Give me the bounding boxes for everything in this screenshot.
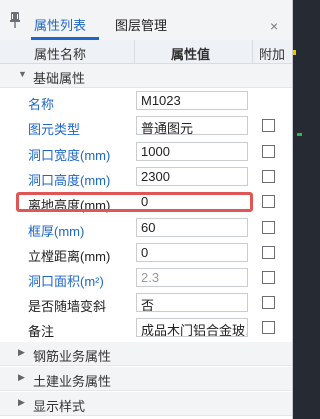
properties-panel: 属性列表 图层管理 × 属性名称 属性值 附加 ▼ 基础属性 名称 M1023 … [0, 0, 293, 419]
expand-arrow-icon[interactable]: ▶ [18, 372, 25, 383]
group-label: 基础属性 [33, 71, 86, 86]
group-display-style[interactable]: ▶ 显示样式 [0, 392, 292, 416]
extra-checkbox[interactable] [262, 119, 275, 132]
property-value-field[interactable]: 成品木门铝合金玻… [136, 318, 248, 337]
column-value-header: 属性值 [171, 47, 211, 62]
tab-property-list[interactable]: 属性列表 [34, 17, 86, 35]
column-divider [252, 40, 253, 63]
property-name: 图元类型 [28, 122, 81, 137]
extra-checkbox[interactable] [262, 145, 275, 158]
column-divider [134, 40, 135, 63]
property-name: 离地高度(mm) [28, 198, 111, 213]
property-value-field[interactable]: 0 [136, 192, 248, 211]
tab-layer-management[interactable]: 图层管理 [115, 17, 167, 35]
close-icon[interactable]: × [270, 17, 278, 35]
panel-header: 属性列表 图层管理 × [0, 0, 292, 41]
property-row[interactable]: 名称 M1023 [0, 89, 292, 113]
property-value-field: 2.3 [136, 268, 248, 287]
property-row[interactable]: 备注 成品木门铝合金玻… [0, 316, 292, 340]
property-name: 是否随墙变斜 [28, 299, 107, 314]
property-row[interactable]: 洞口高度(mm) 2300 [0, 165, 292, 189]
extra-checkbox[interactable] [262, 195, 275, 208]
group-basic-properties[interactable]: ▼ 基础属性 [0, 64, 292, 88]
group-label: 显示样式 [33, 399, 86, 414]
property-name: 立樘距离(mm) [28, 249, 111, 264]
property-value-field[interactable]: M1023 [136, 91, 248, 110]
property-value-field[interactable]: 60 [136, 218, 248, 237]
property-row-selected[interactable]: 离地高度(mm) 0 [0, 190, 292, 214]
extra-checkbox[interactable] [262, 321, 275, 334]
property-row[interactable]: 图元类型 普通图元 [0, 114, 292, 138]
group-rebar-properties[interactable]: ▶ 钢筋业务属性 [0, 342, 292, 366]
property-value-field[interactable]: 否 [136, 293, 248, 312]
expand-arrow-icon[interactable]: ▶ [18, 347, 25, 358]
property-row[interactable]: 框厚(mm) 60 [0, 216, 292, 240]
property-value-field[interactable]: 1000 [136, 142, 248, 161]
property-name: 洞口面积(m²) [28, 274, 104, 289]
property-row[interactable]: 洞口面积(m²) 2.3 [0, 266, 292, 290]
canvas-edge [293, 0, 302, 419]
property-name: 名称 [28, 97, 55, 112]
property-value-field[interactable]: 0 [136, 243, 248, 262]
extra-checkbox[interactable] [262, 246, 275, 259]
property-row[interactable]: 是否随墙变斜 否 [0, 291, 292, 315]
pin-icon[interactable] [7, 10, 23, 34]
group-label: 钢筋业务属性 [33, 349, 112, 364]
extra-checkbox[interactable] [262, 296, 275, 309]
extra-checkbox[interactable] [262, 221, 275, 234]
column-header: 属性名称 属性值 附加 [0, 40, 292, 64]
property-value-field[interactable]: 普通图元 [136, 116, 248, 135]
canvas-line-green [297, 133, 302, 136]
property-row[interactable]: 立樘距离(mm) 0 [0, 241, 292, 265]
group-civil-properties[interactable]: ▶ 土建业务属性 [0, 367, 292, 391]
column-name-header: 属性名称 [34, 47, 87, 62]
property-value-field[interactable]: 2300 [136, 167, 248, 186]
property-name: 洞口宽度(mm) [28, 148, 111, 163]
property-name: 备注 [28, 324, 55, 339]
property-name: 洞口高度(mm) [28, 173, 111, 188]
group-label: 土建业务属性 [33, 374, 112, 389]
extra-checkbox[interactable] [262, 271, 275, 284]
property-name: 框厚(mm) [28, 224, 85, 239]
column-extra-header: 附加 [259, 47, 286, 62]
collapse-arrow-icon[interactable]: ▼ [18, 69, 27, 79]
expand-arrow-icon[interactable]: ▶ [18, 397, 25, 408]
property-row[interactable]: 洞口宽度(mm) 1000 [0, 140, 292, 164]
extra-checkbox[interactable] [262, 170, 275, 183]
canvas-line-yellow [293, 50, 296, 55]
